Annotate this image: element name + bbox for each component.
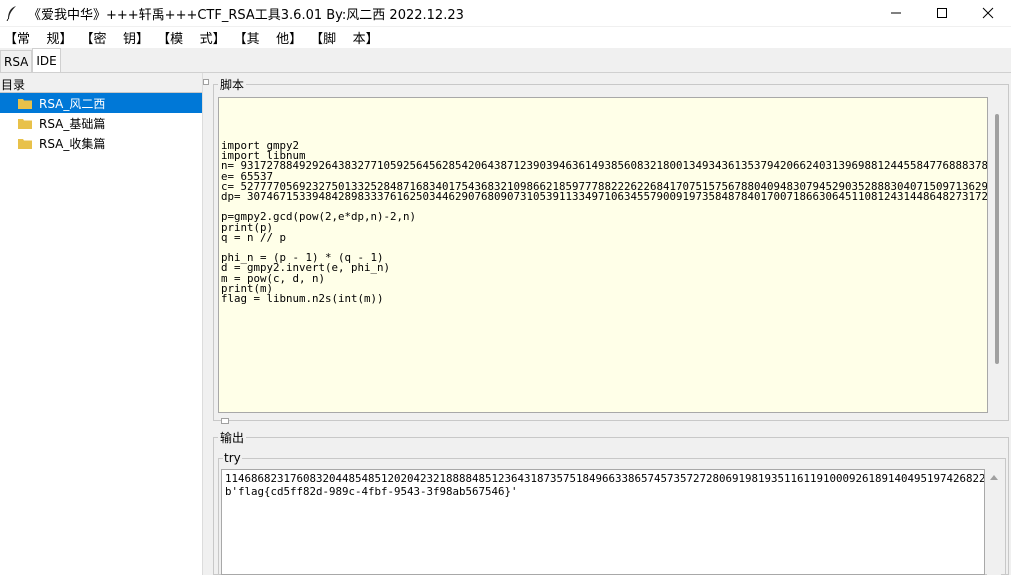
window-title: 《爱我中华》+++轩禹+++CTF_RSA工具3.6.01 By:风二西 202…: [28, 7, 464, 23]
close-button[interactable]: [965, 0, 1011, 26]
vertical-splitter[interactable]: [202, 73, 210, 575]
feather-icon: [6, 6, 16, 21]
output-label: 输出: [218, 429, 247, 446]
folder-icon: [18, 138, 32, 149]
close-icon: [982, 7, 994, 19]
tree-item-rsa-collection[interactable]: RSA_收集篇: [0, 133, 202, 153]
tree-item-label: RSA_基础篇: [39, 116, 106, 131]
tab-ide[interactable]: IDE: [32, 48, 61, 72]
tree-item-label: RSA_收集篇: [39, 136, 106, 151]
script-scrollbar[interactable]: [991, 97, 1005, 413]
script-code: import gmpy2 import libnum n= 9317278849…: [221, 139, 988, 306]
menu-bar: 【常 规】 【密 钥】 【模 式】 【其 他】 【脚 本】: [0, 27, 1011, 48]
menu-general[interactable]: 【常 规】: [0, 28, 77, 47]
tab-rsa[interactable]: RSA: [0, 50, 33, 72]
maximize-button[interactable]: [919, 0, 965, 26]
try-label: try: [223, 451, 242, 465]
tree-item-rsa-basic[interactable]: RSA_基础篇: [0, 113, 202, 133]
scrollbar-thumb[interactable]: [995, 114, 999, 364]
tree-item-label: RSA_风二西: [39, 96, 106, 111]
directory-tree: RSA_风二西 RSA_基础篇 RSA_收集篇: [0, 92, 202, 575]
tab-strip: RSA IDE: [0, 48, 61, 72]
horizontal-splitter-handle[interactable]: [221, 418, 229, 424]
tab-divider: [0, 72, 1011, 73]
folder-icon: [18, 118, 32, 129]
title-bar: 《爱我中华》+++轩禹+++CTF_RSA工具3.6.01 By:风二西 202…: [0, 0, 1011, 26]
script-label: 脚本: [218, 76, 247, 93]
splitter-handle[interactable]: [203, 79, 209, 85]
minimize-button[interactable]: [873, 0, 919, 26]
menu-script[interactable]: 【脚 本】: [306, 28, 383, 47]
menu-key[interactable]: 【密 钥】: [77, 28, 154, 47]
output-text-area[interactable]: 1146868231760832044854851202042321888848…: [221, 469, 985, 575]
directory-label: 目录: [1, 78, 26, 92]
script-editor[interactable]: import gmpy2 import libnum n= 9317278849…: [218, 97, 988, 413]
output-scrollbar[interactable]: [987, 469, 1001, 575]
menu-other[interactable]: 【其 他】: [230, 28, 307, 47]
menu-mode[interactable]: 【模 式】: [153, 28, 230, 47]
tree-item-rsa-fengerxi[interactable]: RSA_风二西: [0, 93, 202, 113]
folder-icon: [18, 98, 32, 109]
output-text: 1146868231760832044854851202042321888848…: [225, 472, 985, 498]
minimize-icon: [891, 12, 901, 14]
scroll-up-icon[interactable]: [990, 475, 998, 480]
maximize-icon: [937, 8, 947, 18]
